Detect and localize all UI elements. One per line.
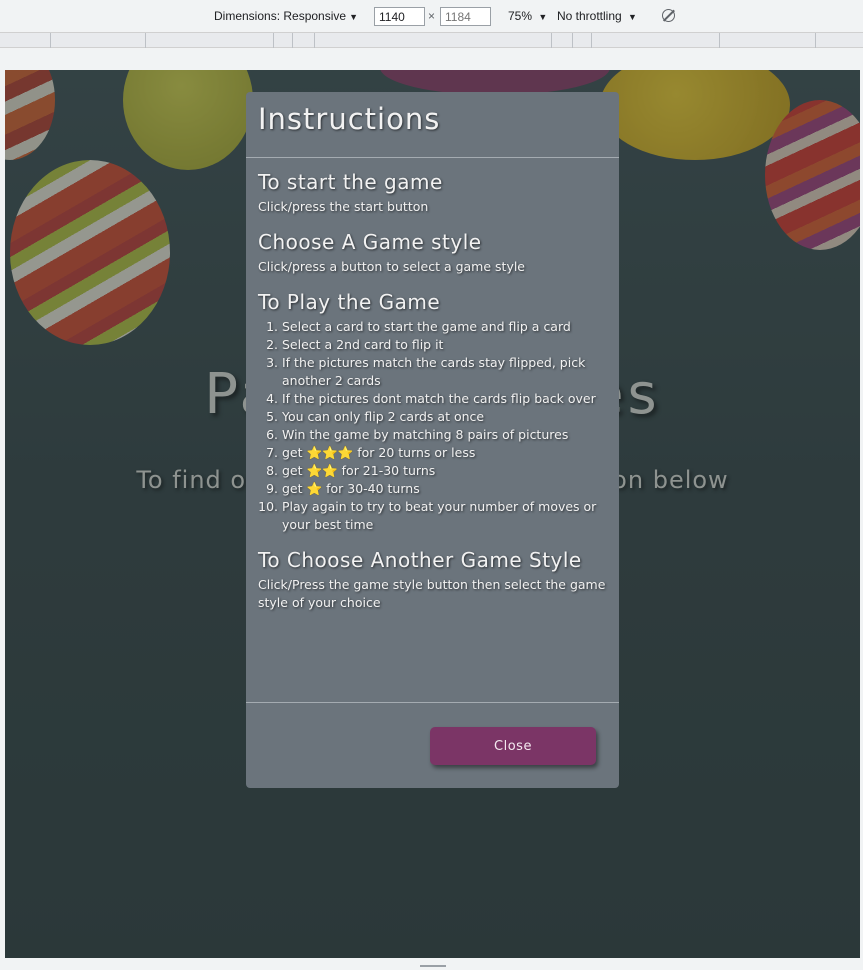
list-item: You can only flip 2 cards at once: [282, 408, 607, 426]
section-text-style: Click/press a button to select a game st…: [258, 259, 525, 274]
play-steps-list: Select a card to start the game and flip…: [258, 318, 607, 534]
throttling-dropdown[interactable]: No throttling ▼: [557, 9, 637, 23]
list-item: If the pictures match the cards stay fli…: [282, 354, 607, 390]
section-heading-style: Choose A Game style: [258, 230, 482, 254]
list-item: get ⭐⭐ for 21-30 turns: [282, 462, 607, 480]
height-input[interactable]: [440, 7, 491, 26]
dimensions-dropdown[interactable]: Dimensions: Responsive ▼: [214, 9, 358, 23]
close-button[interactable]: Close: [430, 727, 596, 765]
list-item: If the pictures dont match the cards fli…: [282, 390, 607, 408]
modal-footer: Close: [246, 702, 619, 788]
modal-body: To start the game Click/press the start …: [246, 158, 619, 702]
section-text-start: Click/press the start button: [258, 199, 429, 214]
list-item: Play again to try to beat your number of…: [282, 498, 607, 534]
instructions-modal: Instructions To start the game Click/pre…: [246, 92, 619, 788]
modal-title: Instructions: [258, 102, 441, 136]
list-item: Select a card to start the game and flip…: [282, 318, 607, 336]
width-input[interactable]: [374, 7, 425, 26]
devtools-toolbar: Dimensions: Responsive▼ × 75% ▼ No throt…: [0, 0, 863, 33]
times-label: ×: [428, 9, 436, 23]
list-item: Select a 2nd card to flip it: [282, 336, 607, 354]
section-heading-another-style: To Choose Another Game Style: [258, 548, 582, 572]
section-text-another-style: Click/Press the game style button then s…: [258, 577, 606, 610]
rotate-icon[interactable]: [662, 9, 675, 22]
list-item: get ⭐ for 30-40 turns: [282, 480, 607, 498]
list-item: Win the game by matching 8 pairs of pict…: [282, 426, 607, 444]
resize-handle[interactable]: [420, 965, 446, 967]
list-item: get ⭐⭐⭐ for 20 turns or less: [282, 444, 607, 462]
star-icon: ⭐: [306, 481, 323, 496]
section-heading-start: To start the game: [258, 170, 443, 194]
media-query-ruler: [0, 33, 863, 48]
modal-header: Instructions: [246, 92, 619, 158]
section-heading-play: To Play the Game: [258, 290, 441, 314]
star-icon: ⭐⭐: [306, 463, 338, 478]
zoom-dropdown[interactable]: 75% ▼: [508, 9, 547, 23]
star-icon: ⭐⭐⭐: [306, 445, 354, 460]
